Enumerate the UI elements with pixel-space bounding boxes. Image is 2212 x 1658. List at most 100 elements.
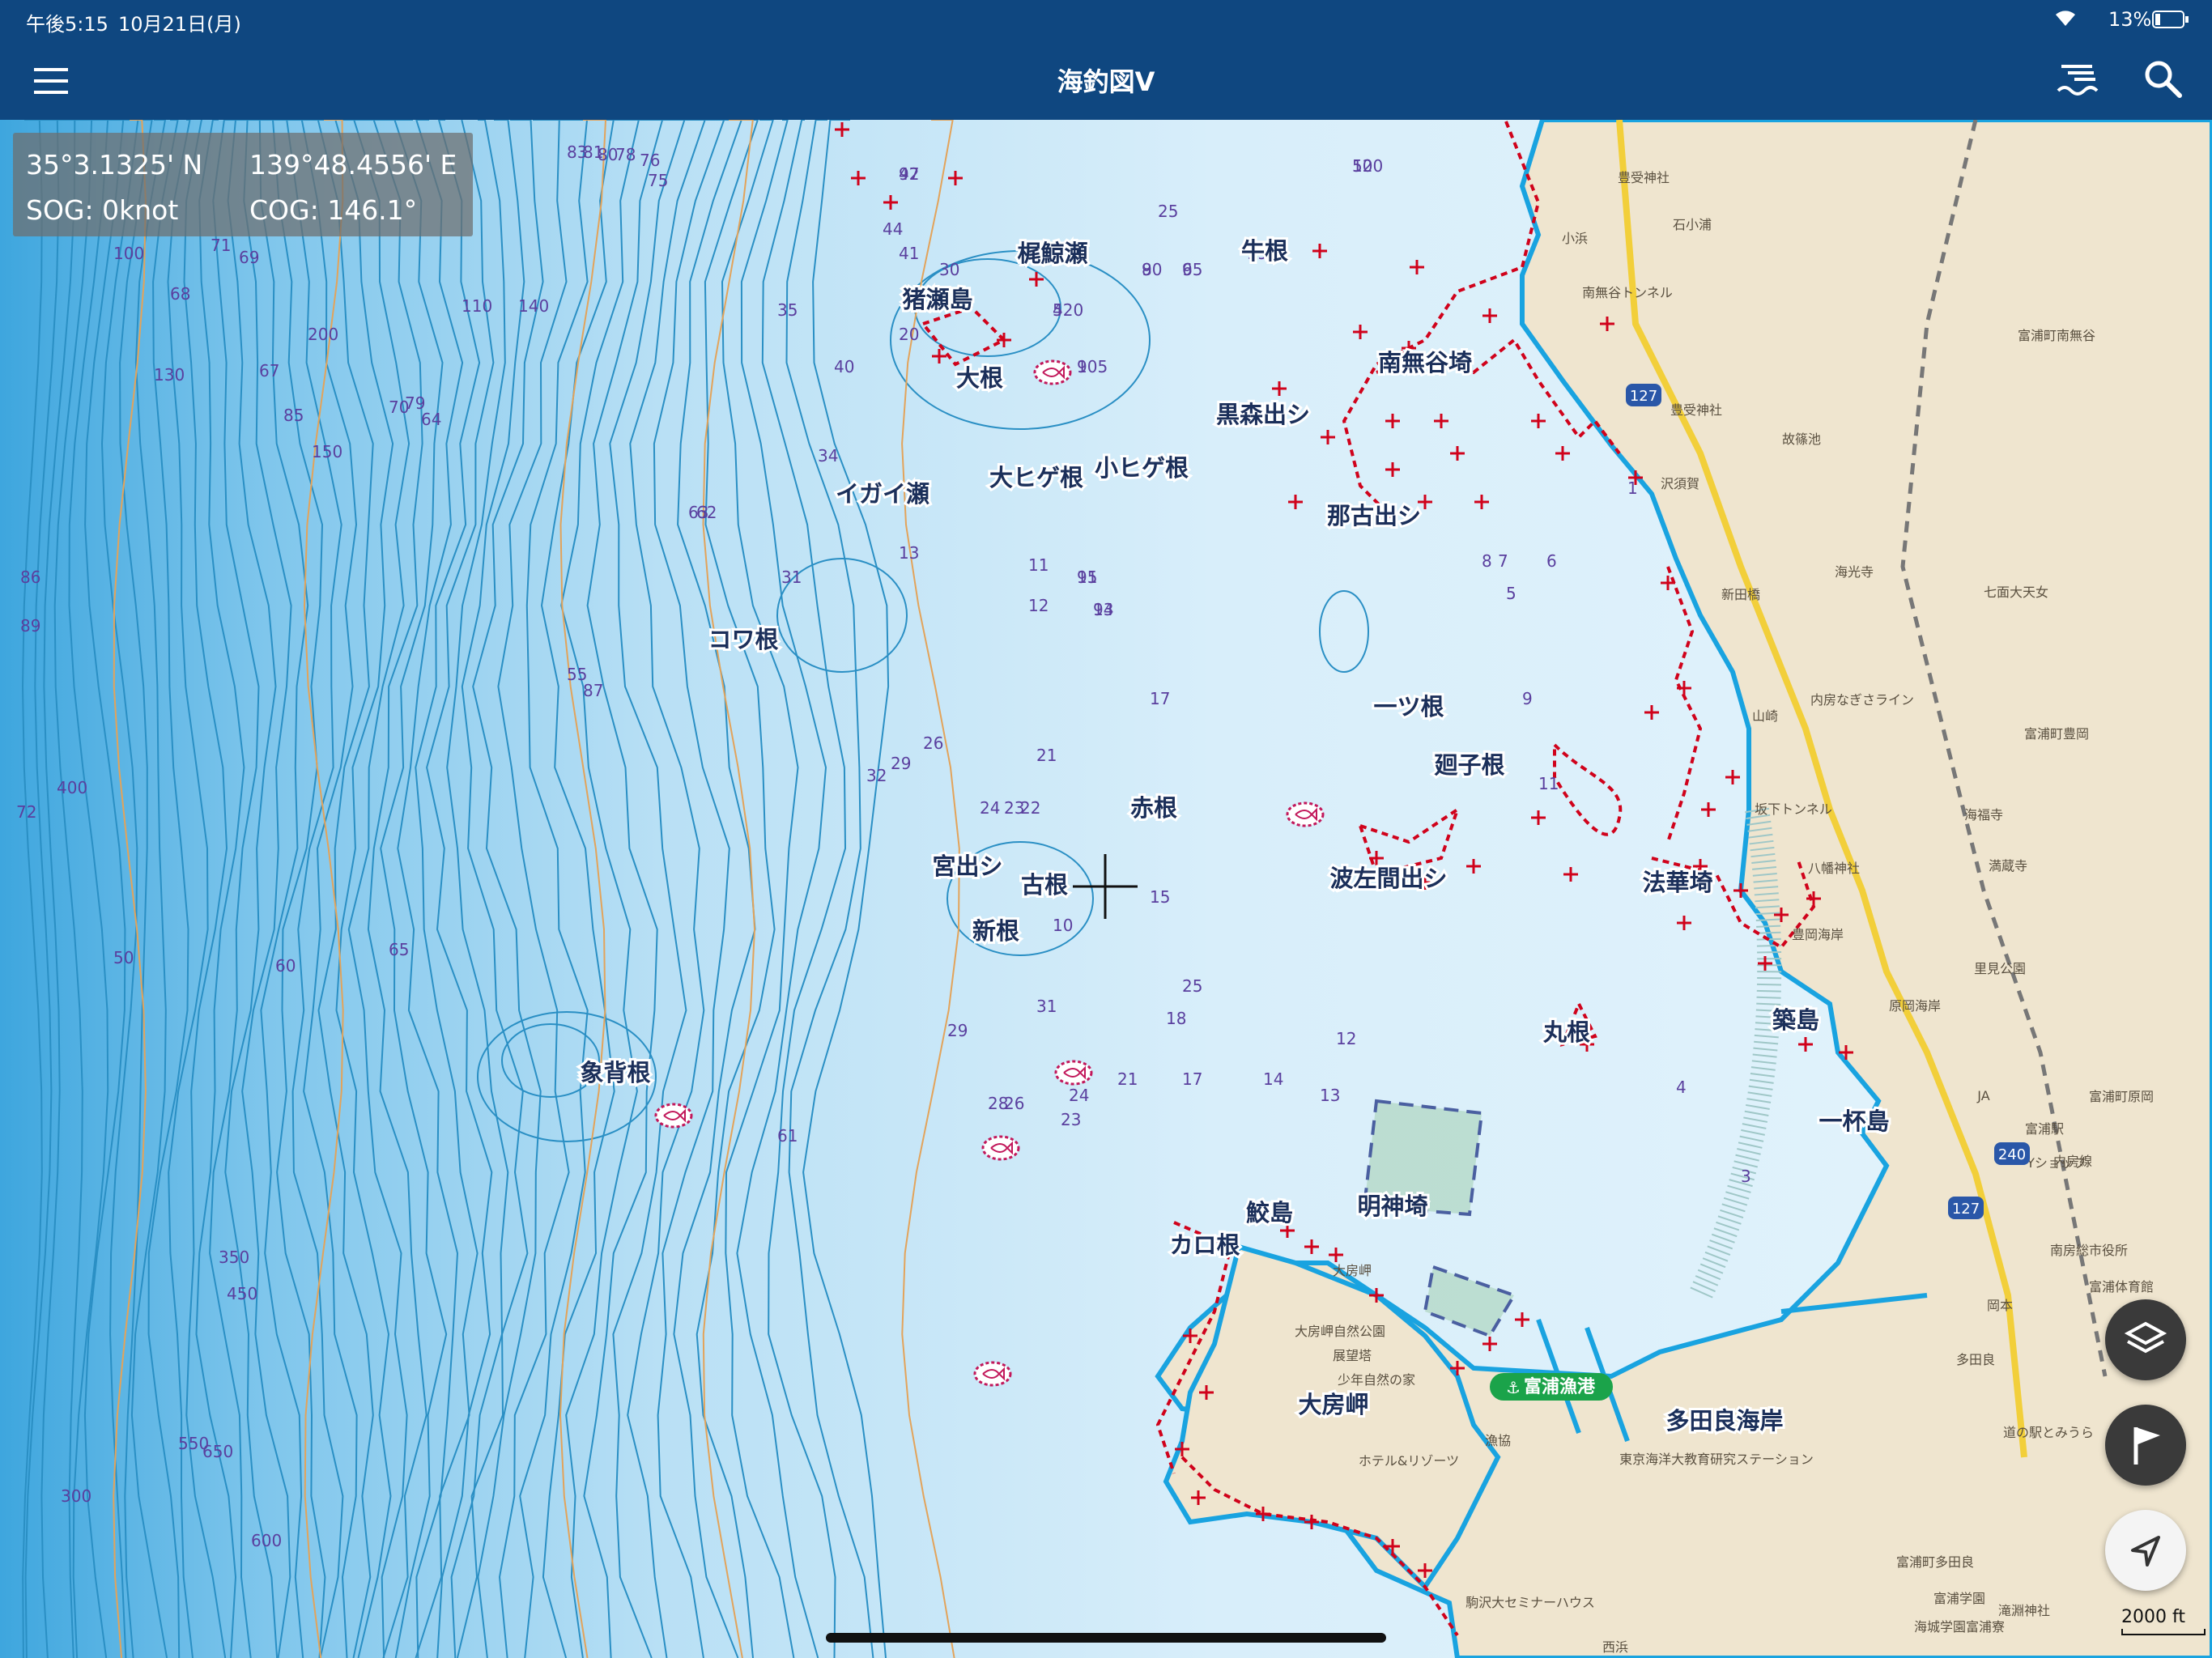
app-header: 海釣図V	[0, 40, 2212, 120]
sog-value: SOG: 0knot	[26, 194, 179, 226]
land-label: 山崎	[1752, 708, 1778, 724]
fishing-spot-label[interactable]: 築島	[1769, 1004, 1822, 1036]
depth-sounding: 40	[834, 357, 854, 376]
fishing-spot-label[interactable]: 大房岬	[1295, 1388, 1371, 1421]
depth-sounding: 23	[1061, 1110, 1081, 1129]
depth-sounding: 67	[259, 361, 279, 380]
fish-marker[interactable]	[1033, 359, 1072, 385]
land-label: 南房総市役所	[2050, 1243, 2128, 1258]
fishing-spot-label[interactable]: 法華埼	[1640, 866, 1715, 899]
depth-sounding: 85	[283, 406, 304, 425]
map-canvas[interactable]: 1258 679151447253544413020401113172112323…	[0, 120, 2212, 1658]
depth-sounding: 21	[1036, 746, 1057, 765]
depth-sounding: 21	[1117, 1069, 1138, 1089]
depth-sounding: 68	[170, 284, 190, 304]
fishing-spot-label[interactable]: イガイ瀬	[833, 478, 932, 510]
fishing-spot-label[interactable]: 一ツ根	[1371, 691, 1446, 723]
fishing-spot-label[interactable]: 鮫島	[1244, 1197, 1295, 1229]
depth-sounding: 10	[1053, 916, 1073, 935]
fishing-spot-label[interactable]: 一杯島	[1816, 1105, 1891, 1137]
location-arrow-icon	[2131, 1536, 2160, 1567]
depth-sounding: 140	[518, 296, 549, 316]
fishing-spot-label[interactable]: 丸根	[1540, 1016, 1593, 1048]
depth-sounding: 87	[583, 681, 603, 700]
fishing-spot-label[interactable]: 南無谷埼	[1376, 346, 1474, 379]
status-bar: 午後5:15 10月21日(月) 13%	[0, 0, 2212, 40]
fishing-spot-label[interactable]: 赤根	[1128, 792, 1180, 824]
land-label: 大房岬自然公園	[1295, 1324, 1385, 1339]
fish-marker[interactable]	[654, 1103, 693, 1129]
fish-marker[interactable]	[1286, 801, 1325, 827]
fishing-spot-label[interactable]: 多田良海岸	[1663, 1405, 1785, 1437]
status-date: 10月21日(月)	[118, 13, 241, 36]
depth-sounding: 350	[219, 1248, 249, 1267]
route-number: 127	[1952, 1201, 1980, 1218]
fish-marker[interactable]	[973, 1361, 1012, 1387]
land-label: 駒沢大セミナーハウス	[1465, 1595, 1595, 1610]
land-label: 小浜	[1562, 231, 1588, 246]
land-label: 海城学園富浦寮	[1914, 1619, 2005, 1635]
fishing-spot-label[interactable]: コワ根	[705, 623, 781, 656]
layers-button[interactable]	[2105, 1299, 2186, 1380]
depth-sounding: 450	[227, 1284, 257, 1303]
tide-chart-button[interactable]	[2053, 55, 2102, 104]
depth-sounding: 60	[275, 956, 296, 976]
scale-line	[2121, 1629, 2206, 1635]
fishing-spot-label[interactable]: 梶鯨瀬	[1015, 237, 1090, 270]
land-label: 西浜	[1602, 1639, 1628, 1655]
search-button[interactable]	[2139, 55, 2188, 104]
land-label: 展望塔	[1333, 1348, 1372, 1363]
route-number: 127	[1630, 388, 1657, 405]
depth-sounding: 24	[1069, 1086, 1089, 1105]
depth-sounding: 31	[1036, 997, 1057, 1016]
fishing-spot-label[interactable]: 那古出シ	[1325, 500, 1423, 532]
land-label: 原岡海岸	[1889, 998, 1941, 1014]
nautical-map[interactable]: 12 5 8 6 7 9 15 14 47 25 35 44 41 30 20 40 11 13 17 21 12 32 3…	[0, 120, 2212, 1658]
depth-sounding: 300	[61, 1486, 91, 1506]
fish-marker[interactable]	[1054, 1060, 1093, 1086]
depth-sounding: 105	[1077, 357, 1108, 376]
fishing-spot-label[interactable]: 大ヒゲ根	[987, 461, 1086, 494]
fishing-spot-label[interactable]: 大根	[954, 362, 1006, 394]
fishing-spot-label[interactable]: 猪瀬島	[900, 283, 975, 316]
depth-sounding: 78	[615, 145, 636, 164]
depth-sounding: 11	[1538, 774, 1559, 793]
depth-sounding: 17	[1150, 689, 1170, 708]
fishing-spot-label[interactable]: 宮出シ	[929, 850, 1005, 882]
depth-sounding: 93	[1093, 600, 1113, 619]
fishing-spot-label[interactable]: 波左間出シ	[1327, 862, 1449, 895]
scale-label: 2000 ft	[2121, 1607, 2185, 1627]
latitude-value: 35°3.1325' N	[26, 149, 203, 181]
depth-sounding: 6	[1546, 551, 1557, 571]
fishing-spot-label[interactable]: 明神埼	[1355, 1190, 1430, 1222]
locate-button[interactable]	[2105, 1510, 2186, 1591]
fishing-spot-label[interactable]: 象背根	[577, 1056, 653, 1089]
land-label: 富浦町豊岡	[2024, 726, 2089, 742]
depth-sounding: 26	[1004, 1094, 1024, 1113]
land-label: 東京海洋大教育研究ステーション	[1619, 1452, 1814, 1467]
home-indicator[interactable]	[826, 1633, 1386, 1643]
wifi-icon	[2053, 6, 2078, 32]
fishing-spot-label[interactable]: カロ根	[1167, 1229, 1242, 1261]
port-badge[interactable]: 富浦漁港 ⚓	[1490, 1373, 1613, 1401]
search-icon	[2145, 61, 2182, 98]
land-label: 里見公園	[1974, 961, 2026, 976]
depth-sounding: 75	[648, 171, 668, 190]
battery-icon	[2152, 10, 2189, 34]
depth-sounding: 13	[899, 543, 919, 563]
land-label: 海福寺	[1964, 807, 2003, 823]
position-info-panel: 35°3.1325' N 139°48.4556' E SOG: 0knot C…	[13, 133, 473, 236]
fish-marker[interactable]	[981, 1135, 1020, 1161]
land-label: 少年自然の家	[1338, 1372, 1415, 1388]
fishing-spot-label[interactable]: 小ヒゲ根	[1092, 452, 1191, 484]
route-badge: 240	[1994, 1142, 2030, 1165]
fishing-spot-label[interactable]: 廻子根	[1431, 749, 1507, 781]
fishing-spot-label[interactable]: 黒森出シ	[1214, 398, 1312, 431]
fishing-spot-label[interactable]: 牛根	[1239, 235, 1291, 267]
fishing-spot-label[interactable]: 新根	[970, 915, 1022, 947]
depth-sounding: 29	[891, 754, 911, 773]
add-point-button[interactable]	[2105, 1405, 2186, 1486]
depth-sounding: 8	[1482, 551, 1492, 571]
route-number: 240	[1998, 1146, 2026, 1163]
fishing-spot-label[interactable]: 古根	[1019, 869, 1070, 901]
